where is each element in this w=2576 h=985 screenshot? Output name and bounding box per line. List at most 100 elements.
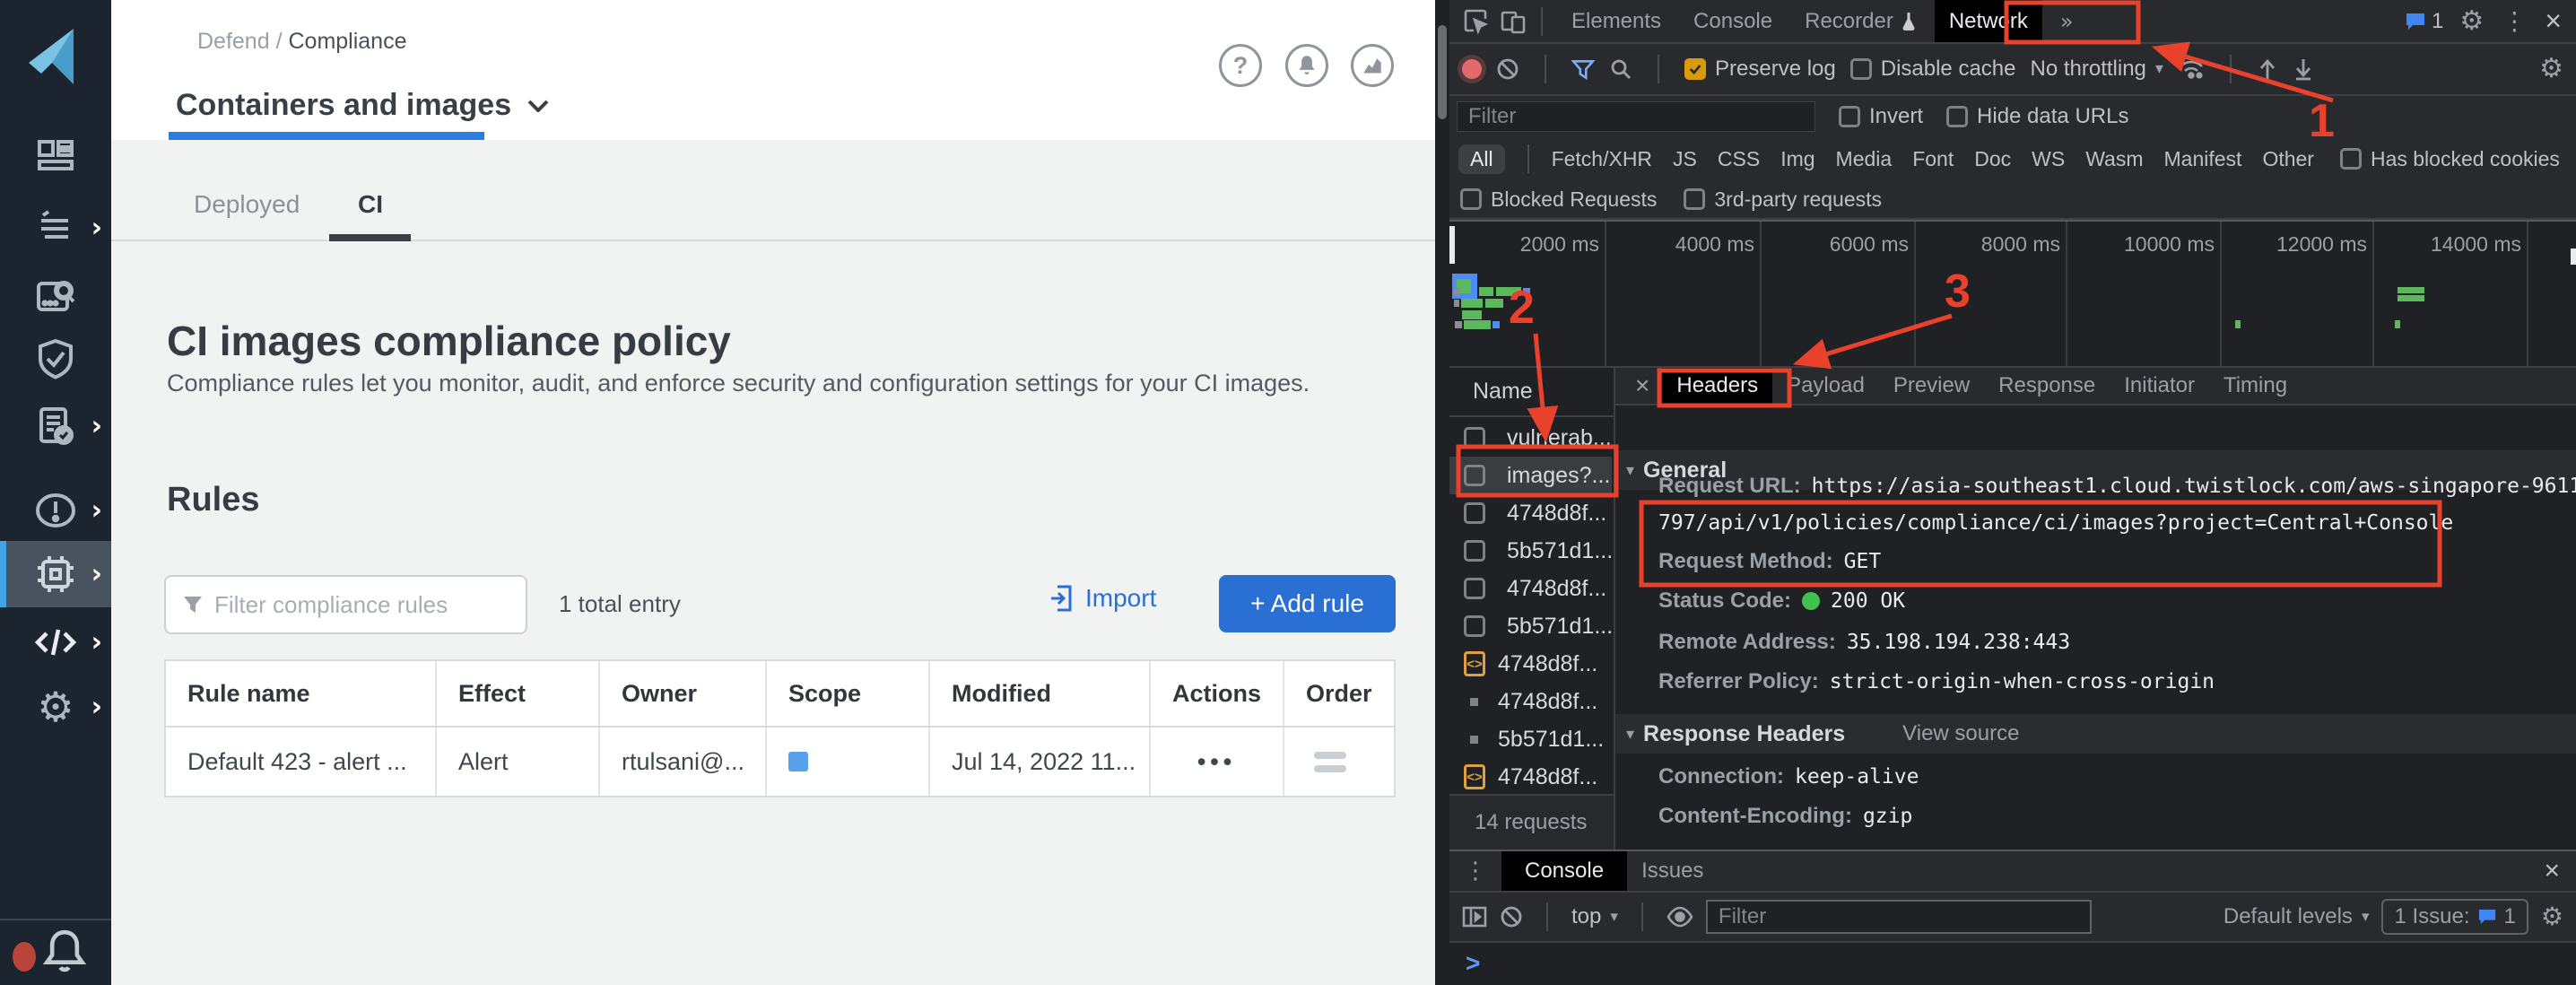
tab-payload[interactable]: Payload: [1772, 368, 1879, 404]
devtools-close-icon[interactable]: ×: [2545, 4, 2562, 38]
usage-button[interactable]: [1351, 44, 1394, 87]
type-filter-doc[interactable]: Doc: [1974, 147, 2011, 171]
request-row[interactable]: <> 4748d8f...: [1449, 645, 1612, 683]
collection-dropdown[interactable]: Containers and images: [176, 88, 549, 123]
type-filter-wasm[interactable]: Wasm: [2085, 147, 2143, 171]
type-filter-media[interactable]: Media: [1836, 147, 1893, 171]
tab-network[interactable]: Network: [1935, 0, 2042, 42]
more-tabs-chevron[interactable]: »: [2046, 0, 2088, 42]
type-filter-img[interactable]: Img: [1780, 147, 1815, 171]
request-row[interactable]: 5b571d1...: [1449, 720, 1612, 758]
cell-actions[interactable]: •••: [1151, 728, 1284, 796]
search-icon[interactable]: [1609, 57, 1632, 81]
tab-ci[interactable]: CI: [358, 190, 383, 219]
table-row[interactable]: Default 423 - alert ... Alert rtulsani@.…: [166, 728, 1394, 796]
record-icon[interactable]: [1462, 59, 1482, 79]
sidebar-item-investigate[interactable]: [0, 267, 111, 327]
devtools-menu-icon[interactable]: ⋮: [2502, 9, 2527, 34]
type-filter-manifest[interactable]: Manifest: [2164, 147, 2242, 171]
console-prompt[interactable]: >: [1449, 943, 2576, 983]
issues-badge[interactable]: 1: [2405, 9, 2443, 34]
tab-timing[interactable]: Timing: [2209, 368, 2302, 404]
tab-initiator[interactable]: Initiator: [2110, 368, 2209, 404]
import-button[interactable]: Import: [1049, 584, 1156, 613]
timeline-left-handle[interactable]: [1449, 226, 1455, 264]
clear-console-icon[interactable]: [1500, 905, 1523, 928]
drawer-menu-icon[interactable]: ⋮: [1449, 859, 1501, 883]
console-settings-gear-icon[interactable]: ⚙: [2541, 904, 2563, 929]
filter-funnel-icon[interactable]: [1571, 57, 1595, 81]
preserve-log-checkbox[interactable]: Preserve log: [1684, 57, 1836, 82]
actions-menu-icon[interactable]: •••: [1197, 748, 1236, 776]
tab-headers[interactable]: Headers: [1662, 368, 1772, 404]
request-row-selected[interactable]: images?...: [1449, 457, 1612, 494]
sidebar-item-defend-active[interactable]: ›: [0, 541, 111, 607]
sidebar-item-alerts[interactable]: ›: [0, 481, 111, 540]
type-filter-css[interactable]: CSS: [1718, 147, 1760, 171]
response-headers-section-header[interactable]: ▾ Response Headers View source: [1615, 714, 2576, 754]
sidebar-item-dashboard[interactable]: [0, 127, 111, 187]
tab-deployed[interactable]: Deployed: [194, 190, 300, 219]
sidebar-item-compliance[interactable]: ›: [0, 397, 111, 456]
has-blocked-cookies-checkbox[interactable]: Has blocked cookies: [2340, 147, 2560, 171]
request-row[interactable]: 4748d8f...: [1449, 570, 1612, 607]
request-row[interactable]: 5b571d1...: [1449, 607, 1612, 645]
notifications-button[interactable]: [1285, 44, 1328, 87]
help-button[interactable]: ?: [1219, 44, 1262, 87]
device-toolbar-icon[interactable]: [1500, 8, 1527, 35]
tab-elements[interactable]: Elements: [1557, 0, 1675, 42]
type-filter-font[interactable]: Font: [1912, 147, 1954, 171]
import-har-icon[interactable]: [2257, 57, 2278, 81]
sidebar-item-defend-shield[interactable]: [0, 329, 111, 388]
network-filter-input[interactable]: Filter: [1457, 101, 1815, 132]
hide-data-urls-checkbox[interactable]: Hide data URLs: [1946, 104, 2128, 129]
issue-counter[interactable]: 1 Issue: 1: [2381, 899, 2528, 935]
request-row[interactable]: 5b571d1...: [1449, 532, 1612, 570]
type-filter-js[interactable]: JS: [1673, 147, 1697, 171]
tab-response[interactable]: Response: [1984, 368, 2110, 404]
tab-console[interactable]: Console: [1679, 0, 1787, 42]
request-row[interactable]: 4748d8f...: [1449, 683, 1612, 720]
console-filter-input[interactable]: Filter: [1706, 900, 2092, 934]
compliance-filter-input[interactable]: Filter compliance rules: [164, 575, 527, 634]
page-scrollbar[interactable]: [1435, 0, 1449, 985]
breadcrumb-parent[interactable]: Defend: [197, 29, 270, 54]
disable-cache-checkbox[interactable]: Disable cache: [1850, 57, 2016, 82]
cell-order[interactable]: [1284, 728, 1394, 796]
sidebar-item-radar[interactable]: ›: [0, 198, 111, 257]
twistlock-logo-icon[interactable]: [22, 22, 90, 90]
drag-handle-icon[interactable]: [1314, 752, 1364, 772]
clear-icon[interactable]: [1496, 57, 1519, 81]
type-filter-ws[interactable]: WS: [2032, 147, 2065, 171]
request-row[interactable]: vulnerab...: [1449, 419, 1612, 457]
network-settings-gear-icon[interactable]: ⚙: [2539, 56, 2563, 83]
network-conditions-icon[interactable]: [2178, 57, 2205, 81]
export-har-icon[interactable]: [2293, 57, 2314, 81]
eye-icon[interactable]: [1667, 906, 1693, 928]
sidebar-item-settings[interactable]: ⚙ ›: [0, 677, 111, 737]
network-overview-timeline[interactable]: 2000 ms 4000 ms 6000 ms 8000 ms 10000 ms…: [1449, 220, 2576, 368]
tab-recorder[interactable]: Recorder: [1790, 0, 1931, 42]
timeline-right-handle[interactable]: [2571, 248, 2576, 265]
scrollbar-thumb[interactable]: [1438, 25, 1447, 119]
console-sidebar-toggle-icon[interactable]: [1462, 905, 1487, 928]
sidebar-item-code[interactable]: ›: [0, 613, 111, 672]
type-filter-other[interactable]: Other: [2262, 147, 2314, 171]
request-row[interactable]: <> 4748d8f...: [1449, 758, 1612, 796]
drawer-tab-console[interactable]: Console: [1501, 851, 1627, 891]
type-filter-fetch[interactable]: Fetch/XHR: [1552, 147, 1652, 171]
bell-icon[interactable]: [39, 924, 90, 978]
type-filter-all[interactable]: All: [1458, 144, 1505, 174]
context-selector[interactable]: top ▾: [1571, 904, 1618, 929]
request-list-header[interactable]: Name: [1449, 368, 1614, 417]
request-row[interactable]: 4748d8f...: [1449, 494, 1612, 532]
invert-checkbox[interactable]: Invert: [1839, 104, 1923, 129]
add-rule-button[interactable]: + Add rule: [1219, 575, 1396, 632]
view-source-link[interactable]: View source: [1902, 721, 2019, 746]
close-details-icon[interactable]: ×: [1623, 371, 1662, 400]
throttling-dropdown[interactable]: No throttling ▾: [2030, 57, 2163, 82]
drawer-close-icon[interactable]: ×: [2528, 856, 2576, 886]
cell-rule-name[interactable]: Default 423 - alert ...: [166, 728, 437, 796]
tab-preview[interactable]: Preview: [1879, 368, 1984, 404]
drawer-tab-issues[interactable]: Issues: [1627, 851, 1718, 891]
